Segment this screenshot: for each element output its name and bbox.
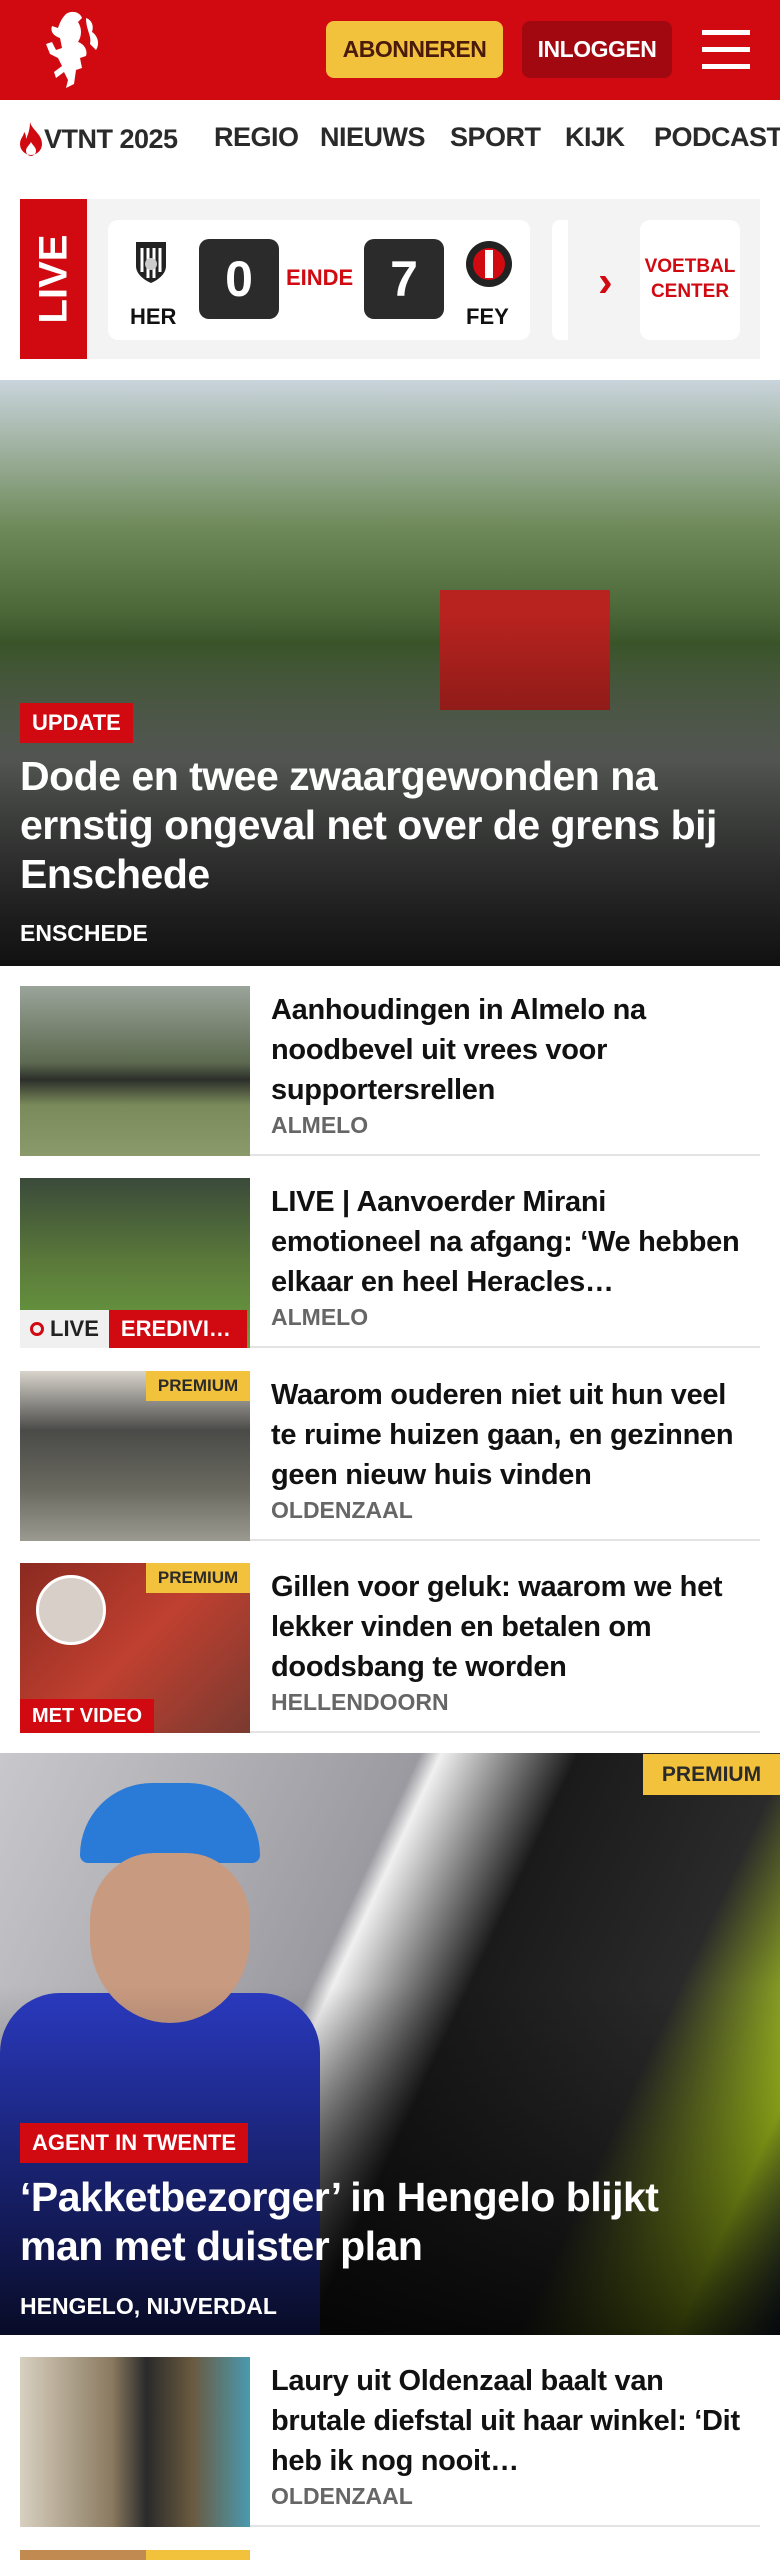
home-score: 0 [199,239,279,319]
article-thumbnail: PREMIUM MET VIDEO [20,1563,250,1733]
hero-location: ENSCHEDE [20,920,148,946]
live-text: LIVE [50,1316,99,1341]
match-card[interactable]: HER 0 EINDE 7 FEY [108,220,530,340]
list-item[interactable]: Aanhoudingen in Almelo na noodbevel uit … [20,986,760,1156]
article-title: LIVE | Aanvoerder Mirani emotioneel na a… [271,1186,740,1298]
hero-article[interactable]: UPDATE Dode en twee zwaargewonden na ern… [0,380,780,966]
nav-item-nieuws[interactable]: NIEUWS [320,122,426,153]
chevron-right-icon[interactable]: › [598,257,613,307]
article-location: OLDENZAAL [271,1497,413,1523]
nav-label: VTNT 2025 [44,123,178,154]
next-article-thumbnail[interactable] [20,2550,250,2560]
live-indicator: LIVE [20,1310,109,1348]
nav-item-kijk[interactable]: KIJK [565,122,625,153]
twente-horse-logo-icon[interactable] [36,8,108,92]
nav-item-sport[interactable]: SPORT [450,122,541,153]
voetbal-center-link[interactable]: VOETBAL CENTER [640,220,740,340]
premium-badge: PREMIUM [146,1563,250,1593]
hero-title[interactable]: Dode en twee zwaargewonden na ernstig on… [20,752,750,899]
home-team: HER [130,304,177,329]
article-title: Laury uit Oldenzaal baalt van brutale di… [271,2365,740,2477]
article-thumbnail: LIVE EREDIVI… [20,1178,250,1348]
heracles-crest-icon [136,242,166,283]
main-nav: VTNT 2025 REGIO NIEUWS SPORT KIJK PODCAS… [0,100,780,178]
article-location: ALMELO [271,1112,369,1138]
next-match-card[interactable] [552,220,568,340]
live-badge: LIVE EREDIVI… [20,1310,247,1348]
article-location: HELLENDOORN [271,1689,449,1715]
live-label: LIVE [20,199,87,359]
premium-badge: PREMIUM [146,1371,250,1401]
article-title: Waarom ouderen niet uit hun veel te ruim… [271,1379,734,1491]
live-dot-icon [30,1322,44,1336]
video-badge: MET VIDEO [20,1699,155,1733]
subscribe-button[interactable]: ABONNEREN [326,21,503,78]
login-button[interactable]: INLOGGEN [522,21,672,78]
article-title: Gillen voor geluk: waarom we het lekker … [271,1571,723,1683]
category-badge: EREDIVI… [108,1310,247,1348]
avatar [36,1575,106,1645]
away-score: 7 [364,239,444,319]
nav-item-podcast[interactable]: PODCAST [654,122,780,153]
list-item[interactable]: Laury uit Oldenzaal baalt van brutale di… [20,2357,760,2527]
list-item[interactable]: PREMIUM MET VIDEO Gillen voor geluk: waa… [20,1563,760,1733]
agent-in-twente-tag: AGENT IN TWENTE [20,2123,249,2163]
live-scores-widget: LIVE HER 0 EINDE 7 FEY › VOETBAL CENTER [20,199,760,359]
nav-item-vtnt-2025[interactable]: VTNT 2025 [18,122,178,156]
feyenoord-crest-icon [466,241,512,287]
cap-image [80,1783,260,1863]
article-thumbnail [20,2357,250,2527]
away-team: FEY [466,304,509,329]
list-item[interactable]: LIVE EREDIVI… LIVE | Aanvoerder Mirani e… [20,1178,760,1348]
premium-badge [146,2550,250,2560]
article-title: Aanhoudingen in Almelo na noodbevel uit … [271,994,646,1106]
article-thumbnail [20,986,250,1156]
feature-title[interactable]: ‘Pakketbezorger’ in Hengelo blijkt man m… [20,2173,750,2271]
site-header: ABONNEREN INLOGGEN [0,0,780,100]
premium-badge: PREMIUM [643,1754,780,1795]
article-location: ALMELO [271,1304,369,1330]
list-item[interactable]: PREMIUM Waarom ouderen niet uit hun veel… [20,1371,760,1541]
flame-icon [20,122,42,156]
feature-article[interactable]: PREMIUM AGENT IN TWENTE ‘Pakketbezorger’… [0,1753,780,2335]
nav-item-regio[interactable]: REGIO [214,122,299,153]
match-status: EINDE [286,265,354,290]
hamburger-menu-icon[interactable] [702,30,750,70]
feature-location: HENGELO, NIJVERDAL [20,2293,277,2319]
update-tag: UPDATE [20,703,133,743]
article-location: OLDENZAAL [271,2483,413,2509]
live-label-text: LIVE [31,234,75,324]
article-thumbnail: PREMIUM [20,1371,250,1541]
